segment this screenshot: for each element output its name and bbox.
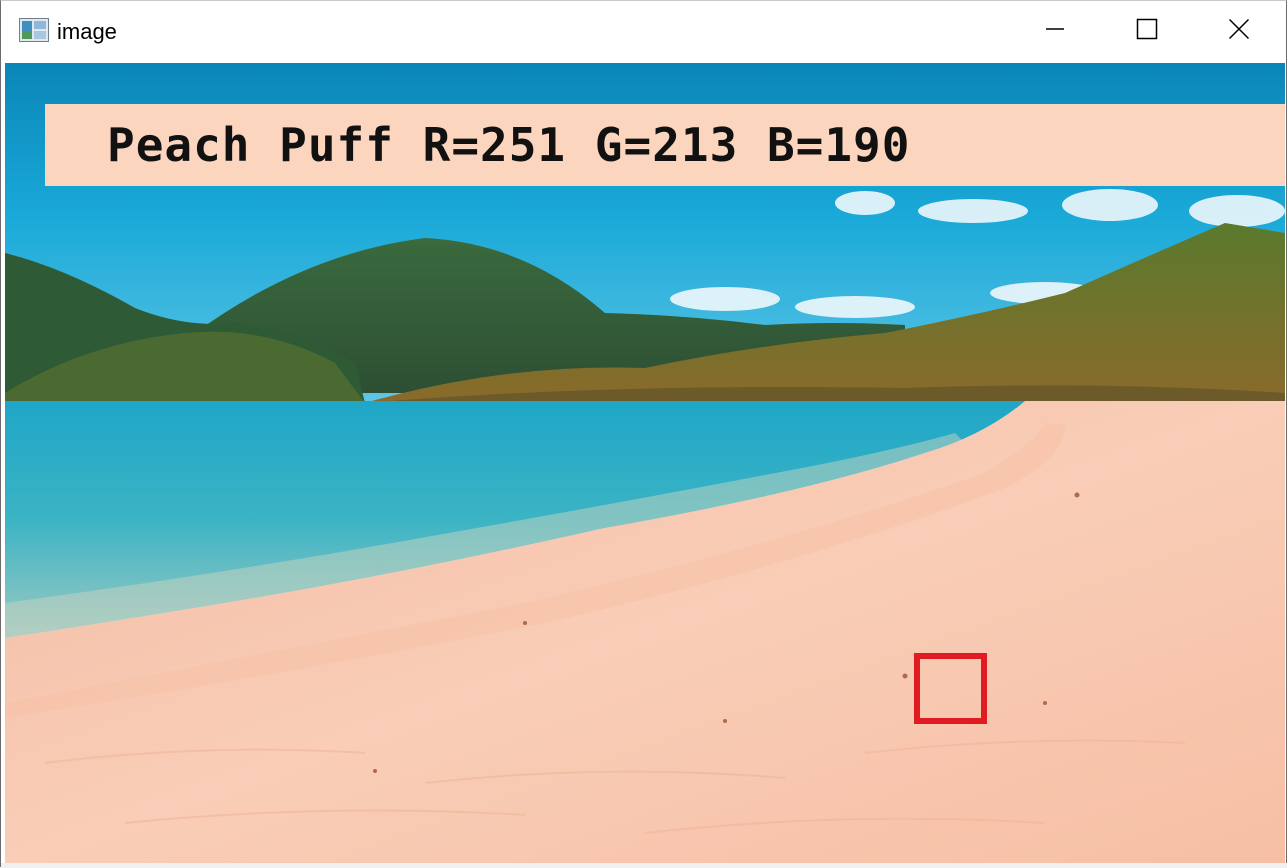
close-button[interactable] xyxy=(1193,1,1285,61)
window-bottom-edge xyxy=(1,863,1287,868)
color-info-banner: Peach Puff R=251 G=213 B=190 xyxy=(45,104,1285,186)
title-bar[interactable]: image xyxy=(1,1,1286,62)
maximize-button[interactable] xyxy=(1101,1,1193,61)
image-canvas[interactable]: Peach Puff R=251 G=213 B=190 xyxy=(5,63,1285,863)
close-icon xyxy=(1228,18,1250,45)
minimize-icon xyxy=(1045,19,1065,44)
sample-region-marker xyxy=(914,653,987,724)
image-window: image Peach Puff R=251 G=213 B=190 xyxy=(0,0,1287,868)
window-title: image xyxy=(57,19,117,44)
maximize-icon xyxy=(1136,18,1158,45)
color-readout-label: Peach Puff R=251 G=213 B=190 xyxy=(107,118,911,172)
minimize-button[interactable] xyxy=(1009,1,1101,61)
image-viewer-icon xyxy=(19,18,49,42)
